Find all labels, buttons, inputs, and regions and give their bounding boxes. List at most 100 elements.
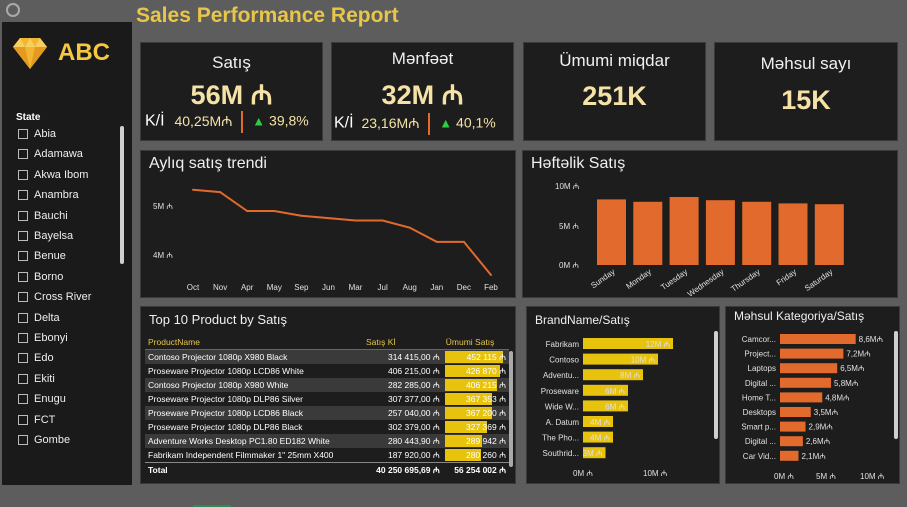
- slicer-item[interactable]: Borno: [18, 271, 63, 283]
- checkbox[interactable]: [18, 149, 28, 160]
- category-label: Southrid...: [543, 449, 579, 458]
- line-point[interactable]: [219, 191, 222, 194]
- line-point[interactable]: [354, 219, 357, 222]
- col-header-total[interactable]: Ümumi Satış: [442, 335, 509, 350]
- slicer-item[interactable]: Enugu: [18, 393, 66, 405]
- table-row[interactable]: Proseware Projector 1080p DLP86 Black 302…: [145, 420, 509, 434]
- brand-sales-chart[interactable]: BrandName/Satış 0M ₼ 10M ₼ Fabrikam 12M ₼…: [526, 306, 720, 484]
- line-point[interactable]: [273, 210, 276, 213]
- checkbox[interactable]: [18, 251, 28, 262]
- line-point[interactable]: [435, 240, 438, 243]
- slicer-item[interactable]: FCT: [18, 414, 55, 426]
- checkbox[interactable]: [18, 231, 28, 241]
- data-label: 2,9M₼: [809, 423, 833, 432]
- table-row[interactable]: Proseware Projector 1080p DLP86 Silver 30…: [145, 392, 509, 406]
- kpi-sales-label: Satış: [212, 53, 251, 72]
- table-row[interactable]: Proseware Projector 1080p LCD86 Black 257…: [145, 406, 509, 420]
- brand-scrollbar[interactable]: [714, 331, 718, 439]
- col-header-ki[interactable]: Satış Kİ: [363, 335, 443, 350]
- monthly-trend-chart[interactable]: Aylıq satış trendi 5M ₼ 4M ₼ Oct Nov Apr Ma…: [140, 150, 516, 298]
- category-label: Home T...: [742, 393, 776, 402]
- bar[interactable]: [780, 436, 803, 447]
- kpi-product-count-value: 15K: [781, 85, 831, 115]
- slicer-item[interactable]: Anambra: [18, 189, 79, 201]
- checkbox[interactable]: [18, 435, 28, 445]
- bar[interactable]: [780, 407, 811, 417]
- total-sales-value: 327 369 ₼: [466, 421, 506, 432]
- bar[interactable]: [742, 201, 772, 265]
- x-tick-label: Sep: [294, 283, 309, 292]
- bar[interactable]: [705, 200, 735, 265]
- line-point[interactable]: [490, 274, 492, 276]
- table-row[interactable]: Fabrikam Independent Filmmaker 1" 25mm X…: [145, 448, 509, 463]
- slicer-item[interactable]: Edo: [18, 352, 54, 364]
- line-point[interactable]: [327, 217, 330, 220]
- slicer-item[interactable]: Benue: [18, 250, 66, 262]
- bar[interactable]: [780, 363, 838, 374]
- bar[interactable]: [780, 377, 832, 388]
- category-label: Proseware: [541, 387, 580, 396]
- table-scrollbar[interactable]: [509, 351, 513, 467]
- line-point[interactable]: [381, 219, 384, 222]
- line-point[interactable]: [462, 240, 465, 243]
- checkbox[interactable]: [18, 394, 28, 405]
- slicer-item[interactable]: Ebonyi: [18, 332, 68, 344]
- checkbox[interactable]: [18, 129, 28, 139]
- checkbox[interactable]: [18, 312, 28, 323]
- checkbox[interactable]: [18, 190, 28, 201]
- slicer-item[interactable]: Abia: [18, 128, 56, 140]
- data-label: 12M ₼: [646, 340, 670, 349]
- line-point[interactable]: [192, 188, 194, 191]
- checkbox[interactable]: [18, 169, 28, 180]
- col-header-product[interactable]: ProductName: [145, 335, 363, 350]
- line-point[interactable]: [408, 226, 411, 229]
- checkbox[interactable]: [18, 353, 28, 364]
- category-scrollbar[interactable]: [894, 331, 898, 439]
- x-tick-label: Sunday: [589, 267, 616, 290]
- bar[interactable]: [780, 334, 856, 344]
- checkbox[interactable]: [18, 210, 28, 221]
- bar[interactable]: [633, 201, 663, 265]
- slicer-item[interactable]: Cross River: [18, 291, 91, 303]
- slicer-item[interactable]: Delta: [18, 312, 60, 324]
- slicer-item[interactable]: Gombe: [18, 434, 70, 446]
- line-series[interactable]: [192, 188, 492, 276]
- slicer-item[interactable]: Adamawa: [18, 148, 83, 160]
- product-name-cell: Fabrikam Independent Filmmaker 1" 25mm X…: [148, 450, 334, 460]
- table-row[interactable]: Contoso Projector 1080p X980 Black 314 41…: [145, 349, 509, 364]
- line-point[interactable]: [300, 214, 303, 217]
- x-tick-label: Oct: [187, 283, 200, 292]
- checkbox[interactable]: [18, 373, 28, 384]
- bar[interactable]: [669, 197, 699, 265]
- sales-ki-cell: 187 920,00 ₼: [387, 449, 440, 460]
- table-row[interactable]: Adventure Works Desktop PC1.80 ED182 Whi…: [145, 434, 509, 448]
- weekly-sales-chart[interactable]: Həftəlik Satış 10M ₼ 5M ₼ 0M ₼ Sunday Mon…: [522, 150, 898, 299]
- bar[interactable]: [597, 199, 626, 265]
- bar[interactable]: [778, 203, 808, 265]
- bar[interactable]: [780, 450, 799, 461]
- slicer-item[interactable]: Bayelsa: [18, 230, 73, 242]
- checkbox[interactable]: [18, 271, 28, 282]
- table-row[interactable]: Contoso Projector 1080p X980 White 282 28…: [145, 378, 509, 392]
- total-sales-cell: 289 942 ₼: [442, 434, 509, 448]
- bar[interactable]: [780, 348, 844, 359]
- bar[interactable]: [814, 204, 844, 265]
- product-name-cell: Proseware Projector 1080p LCD86 Black: [145, 406, 363, 420]
- checkbox[interactable]: [18, 292, 28, 303]
- x-tick-label: Feb: [484, 283, 498, 292]
- checkbox[interactable]: [18, 414, 28, 425]
- line-point[interactable]: [246, 210, 249, 213]
- category-label: Contoso: [549, 356, 579, 365]
- back-icon[interactable]: [6, 3, 20, 17]
- checkbox[interactable]: [18, 333, 28, 343]
- slicer-item[interactable]: Bauchi: [18, 210, 68, 222]
- slicer-item[interactable]: Ekiti: [18, 373, 55, 385]
- category-sales-chart[interactable]: Məhsul Kategoriya/Satış 0M ₼ 5M ₼ 10M ₼ …: [725, 306, 900, 484]
- x-tick-label: May: [267, 283, 282, 292]
- bar[interactable]: [780, 421, 806, 432]
- slicer-scrollbar[interactable]: [120, 126, 124, 264]
- table-row[interactable]: Proseware Projector 1080p LCD86 White 406…: [145, 364, 509, 378]
- slicer-item[interactable]: Akwa Ibom: [18, 169, 88, 181]
- data-label: 2,6M₼: [806, 437, 830, 446]
- bar[interactable]: [780, 392, 823, 403]
